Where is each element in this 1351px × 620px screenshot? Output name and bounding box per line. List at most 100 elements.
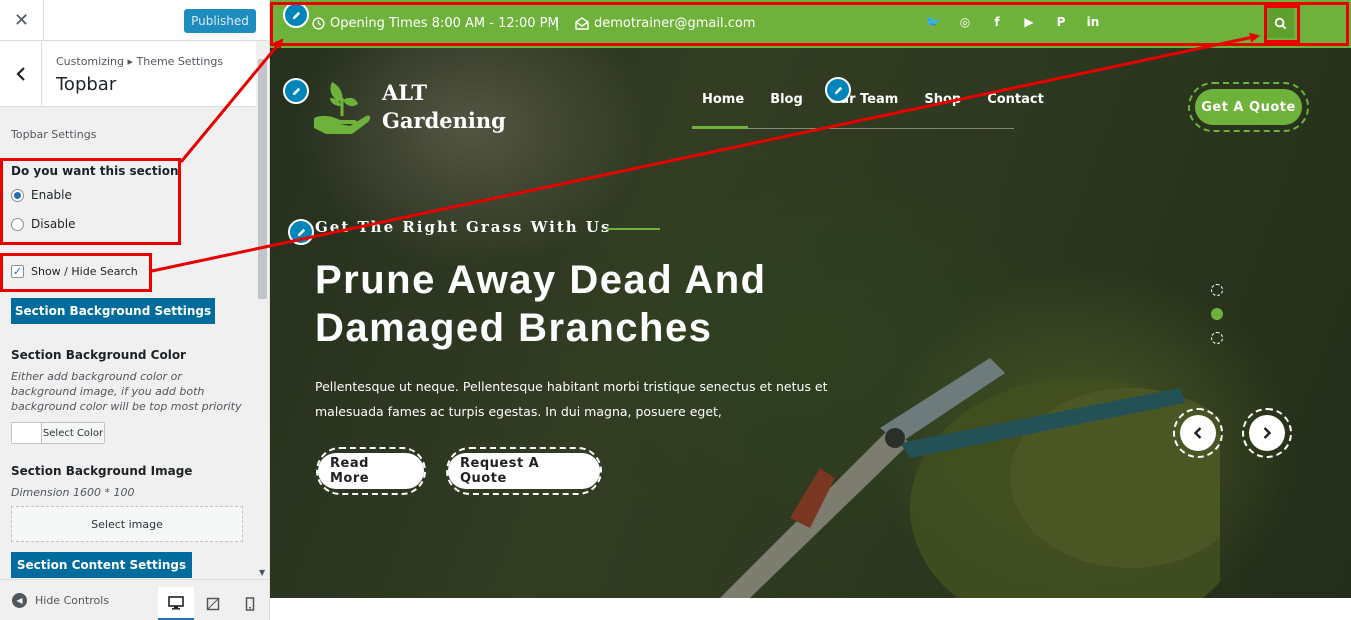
- hide-controls-label: Hide Controls: [35, 594, 110, 607]
- hero-paragraph: Pellentesque ut neque. Pellentesque habi…: [315, 379, 828, 419]
- plant-hand-icon: [314, 82, 371, 134]
- search-toggle[interactable]: ✓ Show / Hide Search: [11, 265, 138, 278]
- facebook-icon[interactable]: f: [989, 14, 1005, 30]
- nav-item-contact[interactable]: Contact: [987, 92, 1044, 107]
- pencil-icon: [297, 228, 305, 236]
- hero-headline: Prune Away Dead And Damaged Branches: [315, 256, 875, 352]
- radio-button[interactable]: [11, 188, 24, 202]
- main-nav: Home Blog Our Team Shop Contact: [692, 92, 1044, 107]
- request-quote-button[interactable]: Request A Quote: [448, 453, 600, 489]
- collapse-icon: ◀: [12, 593, 27, 608]
- get-quote-button-frame: Get A Quote: [1188, 82, 1309, 132]
- twitter-icon[interactable]: 🐦: [925, 14, 941, 30]
- checkbox-label: Show / Hide Search: [31, 265, 138, 278]
- slider-prev-button[interactable]: [1180, 415, 1216, 451]
- chevron-left-icon: [15, 67, 25, 81]
- color-swatch[interactable]: [12, 423, 42, 443]
- mobile-icon: [245, 597, 255, 611]
- section-title: Topbar: [56, 74, 117, 95]
- logo-text: ALT Gardening: [382, 79, 506, 135]
- customizer-footer: ◀ Hide Controls: [0, 579, 269, 620]
- logo-line-2: Gardening: [382, 108, 506, 133]
- radio-label: Disable: [31, 217, 76, 231]
- customizer-header: ✕ Published: [0, 0, 269, 41]
- topbar: Opening Times 8:00 AM - 12:00 PM | demot…: [270, 0, 1351, 48]
- slider-dot-active[interactable]: [1211, 308, 1223, 320]
- linkedin-icon[interactable]: in: [1085, 14, 1101, 30]
- nav-item-blog[interactable]: Blog: [770, 92, 803, 107]
- select-color-label[interactable]: Select Color: [42, 423, 104, 443]
- section-header: Customizing ▸ Theme Settings Topbar: [0, 41, 256, 107]
- desktop-preview-button[interactable]: [158, 587, 194, 620]
- site-preview: Opening Times 8:00 AM - 12:00 PM | demot…: [270, 0, 1351, 620]
- back-button[interactable]: [0, 41, 42, 107]
- select-image-button[interactable]: Select image: [11, 506, 243, 542]
- edit-menu-shortcut[interactable]: [825, 77, 851, 103]
- search-icon: [1274, 17, 1286, 29]
- nav-item-home[interactable]: Home: [702, 92, 744, 107]
- bg-color-heading: Section Background Color: [11, 348, 186, 362]
- customizer-sidebar: ✕ Published Customizing ▸ Theme Settings…: [0, 0, 270, 620]
- scrollbar-thumb[interactable]: [258, 59, 267, 299]
- hero-tagline: Get The Right Grass With Us: [315, 218, 612, 236]
- hero-slider: ALT Gardening Home Blog Our Team Shop Co…: [270, 48, 1351, 598]
- instagram-icon[interactable]: ◎: [957, 14, 973, 30]
- checkbox[interactable]: ✓: [11, 265, 24, 278]
- slider-next-button[interactable]: [1249, 415, 1285, 451]
- radio-disable[interactable]: Disable: [11, 217, 76, 231]
- opening-times: Opening Times 8:00 AM - 12:00 PM: [312, 16, 559, 31]
- email-text: demotrainer@gmail.com: [594, 16, 756, 31]
- headline-line-1: Prune Away Dead And: [315, 258, 767, 302]
- tablet-icon: [206, 597, 220, 611]
- bg-color-description: Either add background color or backgroun…: [11, 370, 242, 413]
- breadcrumb: Customizing ▸ Theme Settings: [56, 55, 224, 68]
- select-color-button[interactable]: Select Color: [11, 422, 105, 444]
- bg-image-heading: Section Background Image: [11, 464, 193, 478]
- group-label: Topbar Settings: [11, 128, 97, 141]
- headline-line-2: Damaged Branches: [315, 306, 713, 350]
- pencil-icon: [834, 86, 842, 94]
- read-more-frame: Read More: [316, 447, 426, 495]
- chevron-right-icon: [1263, 427, 1272, 439]
- publish-button[interactable]: Published: [184, 9, 256, 33]
- topbar-separator: |: [555, 16, 560, 31]
- topbar-search-button[interactable]: [1266, 8, 1294, 38]
- tablet-preview-button[interactable]: [195, 587, 231, 620]
- slider-dots: [1211, 284, 1223, 344]
- bg-settings-button[interactable]: Section Background Settings: [11, 298, 215, 324]
- slider-next-frame: [1242, 408, 1292, 458]
- logo-line-1: ALT: [382, 80, 427, 105]
- youtube-icon[interactable]: ▶: [1021, 14, 1037, 30]
- radio-label: Enable: [31, 188, 72, 202]
- radio-enable[interactable]: Enable: [11, 188, 72, 202]
- nav-item-shop[interactable]: Shop: [924, 92, 961, 107]
- social-links: 🐦 ◎ f ▶ P in: [925, 14, 1101, 30]
- request-quote-frame: Request A Quote: [446, 447, 602, 495]
- slider-dot[interactable]: [1211, 332, 1223, 344]
- get-quote-button[interactable]: Get A Quote: [1195, 89, 1302, 125]
- pinterest-icon[interactable]: P: [1053, 14, 1069, 30]
- radio-button[interactable]: [11, 217, 24, 231]
- content-settings-button[interactable]: Section Content Settings: [11, 552, 192, 578]
- envelope-icon: [575, 17, 589, 30]
- email-link[interactable]: demotrainer@gmail.com: [575, 16, 755, 31]
- slider-dot[interactable]: [1211, 284, 1223, 296]
- sidebar-scrollbar[interactable]: ▼: [256, 41, 269, 579]
- screen: ✕ Published Customizing ▸ Theme Settings…: [0, 0, 1351, 620]
- close-icon[interactable]: ✕: [0, 0, 44, 41]
- section-toggle-question: Do you want this section: [11, 164, 179, 178]
- mobile-preview-button[interactable]: [232, 587, 268, 620]
- edit-slider-shortcut[interactable]: [288, 219, 314, 245]
- edit-topbar-shortcut[interactable]: [283, 2, 309, 28]
- pencil-icon: [292, 11, 300, 19]
- chevron-left-icon: [1193, 427, 1202, 439]
- bg-image-dimension: Dimension 1600 * 100: [11, 486, 135, 499]
- read-more-button[interactable]: Read More: [318, 453, 424, 489]
- desktop-icon: [168, 595, 184, 609]
- site-logo[interactable]: ALT Gardening: [310, 76, 506, 138]
- scroll-down-icon[interactable]: ▼: [259, 568, 265, 577]
- hide-controls-button[interactable]: ◀ Hide Controls: [12, 593, 109, 608]
- edit-logo-shortcut[interactable]: [283, 78, 309, 104]
- pencil-icon: [292, 87, 300, 95]
- tagline-accent-line: [606, 228, 660, 230]
